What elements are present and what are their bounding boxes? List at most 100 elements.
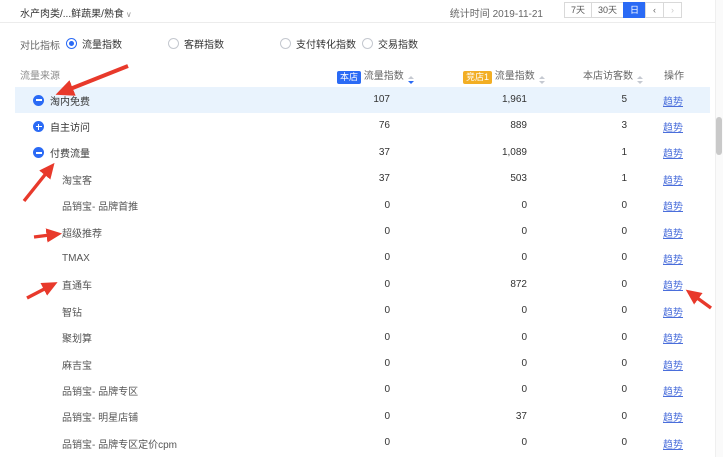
col-label: 本店访客数 bbox=[583, 71, 633, 82]
caret-down-icon bbox=[637, 81, 643, 84]
own-traffic-index-value: 0 bbox=[310, 404, 390, 430]
sort-comp-traffic-index[interactable] bbox=[539, 76, 545, 84]
category-selector[interactable]: 水产肉类/...鲜蔬果/熟食∨ bbox=[20, 5, 132, 20]
own-visitors-value: 0 bbox=[552, 193, 627, 219]
own-visitors-value: 0 bbox=[552, 219, 627, 245]
table-row: 超级推荐000趋势 bbox=[15, 219, 710, 245]
radio-traffic-index[interactable]: 流量指数 bbox=[66, 36, 122, 51]
comp-traffic-index-value: 0 bbox=[440, 351, 527, 377]
trend-link[interactable]: 趋势 bbox=[663, 113, 683, 139]
radio-trade-index[interactable]: 交易指数 bbox=[362, 36, 418, 51]
trend-link[interactable]: 趋势 bbox=[663, 377, 683, 403]
own-traffic-index-value: 0 bbox=[310, 377, 390, 403]
col-label: 流量指数 bbox=[364, 71, 404, 82]
expand-icon[interactable] bbox=[33, 121, 44, 132]
trend-link[interactable]: 趋势 bbox=[663, 404, 683, 430]
traffic-source-label: 智钻 bbox=[62, 304, 82, 319]
table-row: 自主访问768893趋势 bbox=[15, 113, 710, 139]
own-traffic-index-value: 0 bbox=[310, 351, 390, 377]
radio-icon bbox=[168, 38, 179, 49]
own-traffic-index-value: 107 bbox=[310, 87, 390, 113]
own-traffic-index-value: 0 bbox=[310, 245, 390, 271]
own-shop-badge: 本店 bbox=[337, 71, 361, 84]
table-row: 品销宝- 品牌专区定价cpm000趋势 bbox=[15, 430, 710, 456]
comp-traffic-index-value: 0 bbox=[440, 219, 527, 245]
radio-icon bbox=[280, 38, 291, 49]
stat-time-label: 统计时间 2019-11-21 bbox=[450, 5, 543, 20]
traffic-comparison-page: 水产肉类/...鲜蔬果/熟食∨ 统计时间 2019-11-21 7天 30天 日… bbox=[0, 0, 723, 457]
trend-link[interactable]: 趋势 bbox=[663, 245, 683, 271]
radio-label: 流量指数 bbox=[82, 36, 122, 51]
collapse-icon[interactable] bbox=[33, 95, 44, 106]
own-traffic-index-value: 0 bbox=[310, 325, 390, 351]
radio-customer-index[interactable]: 客群指数 bbox=[168, 36, 224, 51]
caret-up-icon bbox=[408, 76, 414, 79]
sort-own-visitors[interactable] bbox=[637, 76, 643, 84]
caret-down-icon bbox=[539, 81, 545, 84]
prev-date-button[interactable]: ‹ bbox=[645, 2, 664, 18]
table-row: TMAX000趋势 bbox=[15, 245, 710, 271]
trend-link[interactable]: 趋势 bbox=[663, 351, 683, 377]
traffic-source-label: 品销宝- 品牌首推 bbox=[62, 198, 138, 213]
own-traffic-index-value: 0 bbox=[310, 430, 390, 456]
traffic-source-label: 品销宝- 品牌专区 bbox=[62, 383, 138, 398]
chevron-down-icon: ∨ bbox=[126, 10, 132, 19]
comp-traffic-index-value: 1,961 bbox=[440, 87, 527, 113]
range-30d-button[interactable]: 30天 bbox=[591, 2, 624, 18]
own-visitors-value: 0 bbox=[552, 377, 627, 403]
collapse-icon[interactable] bbox=[33, 147, 44, 158]
traffic-source-label: 淘宝客 bbox=[62, 172, 92, 187]
radio-label: 支付转化指数 bbox=[296, 36, 356, 51]
traffic-source-label: 麻吉宝 bbox=[62, 357, 92, 372]
trend-link[interactable]: 趋势 bbox=[663, 166, 683, 192]
comp-traffic-index-value: 503 bbox=[440, 166, 527, 192]
trend-link[interactable]: 趋势 bbox=[663, 219, 683, 245]
own-visitors-value: 5 bbox=[552, 87, 627, 113]
table-row: 品销宝- 品牌专区000趋势 bbox=[15, 377, 710, 403]
own-traffic-index-value: 0 bbox=[310, 219, 390, 245]
trend-link[interactable]: 趋势 bbox=[663, 325, 683, 351]
own-visitors-value: 0 bbox=[552, 272, 627, 298]
radio-label: 客群指数 bbox=[184, 36, 224, 51]
table-row: 聚划算000趋势 bbox=[15, 325, 710, 351]
table-row: 付费流量 37 1,089 1 趋势 bbox=[15, 140, 710, 166]
scrollbar-thumb[interactable] bbox=[716, 117, 722, 155]
caret-up-icon bbox=[539, 76, 545, 79]
comp-traffic-index-value: 0 bbox=[440, 377, 527, 403]
radio-label: 交易指数 bbox=[378, 36, 418, 51]
traffic-source-label: 直通车 bbox=[62, 277, 92, 292]
table-row: 直通车08720趋势 bbox=[15, 272, 710, 298]
radio-pay-conversion-index[interactable]: 支付转化指数 bbox=[280, 36, 356, 51]
scrollbar-track bbox=[715, 0, 723, 457]
trend-link[interactable]: 趋势 bbox=[663, 140, 683, 166]
col-own-visitors: 本店访客数 bbox=[583, 67, 643, 84]
date-range-group: 7天 30天 日 ‹ › bbox=[564, 2, 682, 18]
range-day-button[interactable]: 日 bbox=[623, 2, 646, 18]
own-visitors-value: 0 bbox=[552, 298, 627, 324]
trend-link[interactable]: 趋势 bbox=[663, 272, 683, 298]
radio-selected-icon bbox=[66, 38, 77, 49]
own-visitors-value: 1 bbox=[552, 140, 627, 166]
compare-metric-label: 对比指标 bbox=[20, 37, 60, 52]
traffic-source-label: 付费流量 bbox=[50, 145, 90, 160]
caret-down-icon bbox=[408, 81, 414, 84]
sort-own-traffic-index[interactable] bbox=[408, 76, 414, 84]
trend-link[interactable]: 趋势 bbox=[663, 87, 683, 113]
trend-link[interactable]: 趋势 bbox=[663, 430, 683, 456]
own-visitors-value: 1 bbox=[552, 166, 627, 192]
comp-traffic-index-value: 0 bbox=[440, 325, 527, 351]
own-traffic-index-value: 37 bbox=[310, 140, 390, 166]
traffic-source-label: 超级推荐 bbox=[62, 225, 102, 240]
comp-traffic-index-value: 0 bbox=[440, 298, 527, 324]
next-date-button[interactable]: › bbox=[663, 2, 682, 18]
col-own-traffic-index: 本店 流量指数 bbox=[337, 67, 414, 84]
traffic-source-label: 品销宝- 品牌专区定价cpm bbox=[62, 436, 177, 451]
range-7d-button[interactable]: 7天 bbox=[564, 2, 592, 18]
own-traffic-index-value: 0 bbox=[310, 193, 390, 219]
own-visitors-value: 0 bbox=[552, 404, 627, 430]
own-visitors-value: 3 bbox=[552, 113, 627, 139]
trend-link[interactable]: 趋势 bbox=[663, 193, 683, 219]
own-traffic-index-value: 76 bbox=[310, 113, 390, 139]
comp-traffic-index-value: 1,089 bbox=[440, 140, 527, 166]
trend-link[interactable]: 趋势 bbox=[663, 298, 683, 324]
